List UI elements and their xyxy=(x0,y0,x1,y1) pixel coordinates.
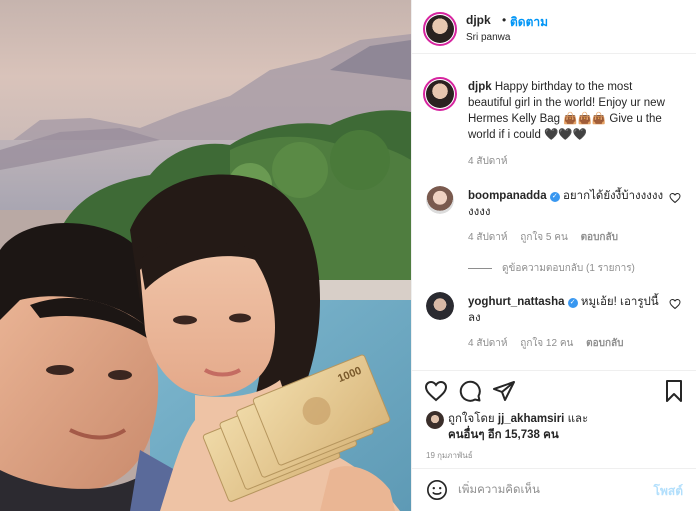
likes-and: และ xyxy=(567,413,589,425)
post-comment-button[interactable]: โพสต์ xyxy=(654,482,683,501)
follow-button[interactable]: ติดตาม xyxy=(510,13,548,32)
comment-like-heart-icon[interactable] xyxy=(669,192,681,204)
likes-others-count[interactable]: คนอื่นๆ อีก 15,738 คน xyxy=(448,429,559,441)
post-side-panel: djpk • ติดตาม Sri panwa djpk Happy birth… xyxy=(411,0,696,511)
comment-input[interactable] xyxy=(458,479,638,501)
view-replies-button[interactable]: ดูข้อความตอบกลับ (1 รายการ) xyxy=(468,261,635,276)
heart-icon[interactable] xyxy=(424,379,448,403)
author-avatar[interactable] xyxy=(423,12,457,46)
comment-time[interactable]: 4 สัปดาห์ xyxy=(468,232,508,243)
commenter-avatar[interactable] xyxy=(426,186,454,214)
comment-like-heart-icon[interactable] xyxy=(669,298,681,310)
post-actions: ถูกใจโดย jj_akhamsiri และ คนอื่นๆ อีก 15… xyxy=(412,370,696,468)
liker-username[interactable]: jj_akhamsiri xyxy=(498,413,564,425)
view-replies-label: ดูข้อความตอบกลับ (1 รายการ) xyxy=(502,263,635,274)
comment-time[interactable]: 4 สัปดาห์ xyxy=(468,338,508,349)
reply-button[interactable]: ตอบกลับ xyxy=(581,232,618,243)
comment-likes[interactable]: ถูกใจ 12 คน xyxy=(520,338,573,349)
likes-summary[interactable]: ถูกใจโดย jj_akhamsiri และ คนอื่นๆ อีก 15… xyxy=(448,411,678,443)
photo-illustration: 1000 xyxy=(0,0,411,511)
caption-username[interactable]: djpk xyxy=(468,81,492,93)
paper-plane-icon[interactable] xyxy=(492,379,516,403)
post-header: djpk • ติดตาม Sri panwa xyxy=(412,0,696,54)
likes-prefix: ถูกใจโดย xyxy=(448,413,495,425)
bookmark-icon[interactable] xyxy=(662,379,686,403)
verified-badge-icon: ✓ xyxy=(549,192,560,202)
verified-badge-icon: ✓ xyxy=(567,298,578,308)
emoji-icon[interactable] xyxy=(426,479,448,501)
view-replies-line xyxy=(468,267,492,269)
commenter-avatar[interactable] xyxy=(426,292,454,320)
comment-username[interactable]: yoghurt_nattasha xyxy=(468,296,565,308)
header-separator: • xyxy=(502,13,507,27)
comment-username[interactable]: boompanadda xyxy=(468,190,547,202)
liker-avatar[interactable] xyxy=(426,411,444,429)
add-comment-bar: โพสต์ xyxy=(412,468,696,511)
caption-text: Happy birthday to the most beautiful gir… xyxy=(468,81,665,141)
author-username[interactable]: djpk xyxy=(466,13,491,27)
comments-list[interactable]: djpk Happy birthday to the most beautifu… xyxy=(412,55,696,369)
post-photo[interactable]: 1000 xyxy=(0,0,411,511)
comment-likes[interactable]: ถูกใจ 5 คน xyxy=(520,232,568,243)
caption-avatar[interactable] xyxy=(423,77,457,111)
caption-time[interactable]: 4 สัปดาห์ xyxy=(468,156,508,167)
post-location[interactable]: Sri panwa xyxy=(466,32,510,43)
comment-icon[interactable] xyxy=(458,379,482,403)
post-date[interactable]: 19 กุมภาพันธ์ xyxy=(426,449,473,462)
reply-button[interactable]: ตอบกลับ xyxy=(586,338,623,349)
